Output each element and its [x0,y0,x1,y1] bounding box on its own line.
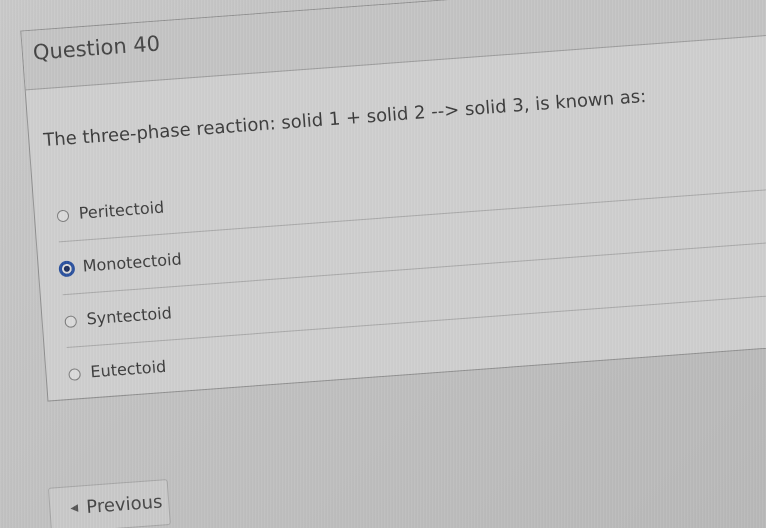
radio-button[interactable] [64,315,78,329]
previous-label: Previous [85,491,164,519]
previous-button[interactable]: ◀ Previous [47,479,171,528]
question-card: Question 40 The three-phase reaction: so… [20,0,766,402]
radio-button[interactable] [68,368,82,381]
answer-label: Syntectoid [85,303,173,329]
chevron-left-icon: ◀ [70,502,79,515]
question-title: Question 40 [32,31,161,65]
answer-label: Peritectoid [78,197,165,223]
radio-button-selected[interactable] [58,260,76,278]
question-text: The three-phase reaction: solid 1 + soli… [42,85,647,152]
quiz-page: Question 40 The three-phase reaction: so… [0,0,766,528]
answer-label: Monotectoid [82,249,183,276]
answer-label: Eutectoid [89,356,167,382]
question-header: Question 40 [21,0,766,91]
radio-button[interactable] [56,209,70,223]
screen: Question 40 The three-phase reaction: so… [0,0,766,528]
